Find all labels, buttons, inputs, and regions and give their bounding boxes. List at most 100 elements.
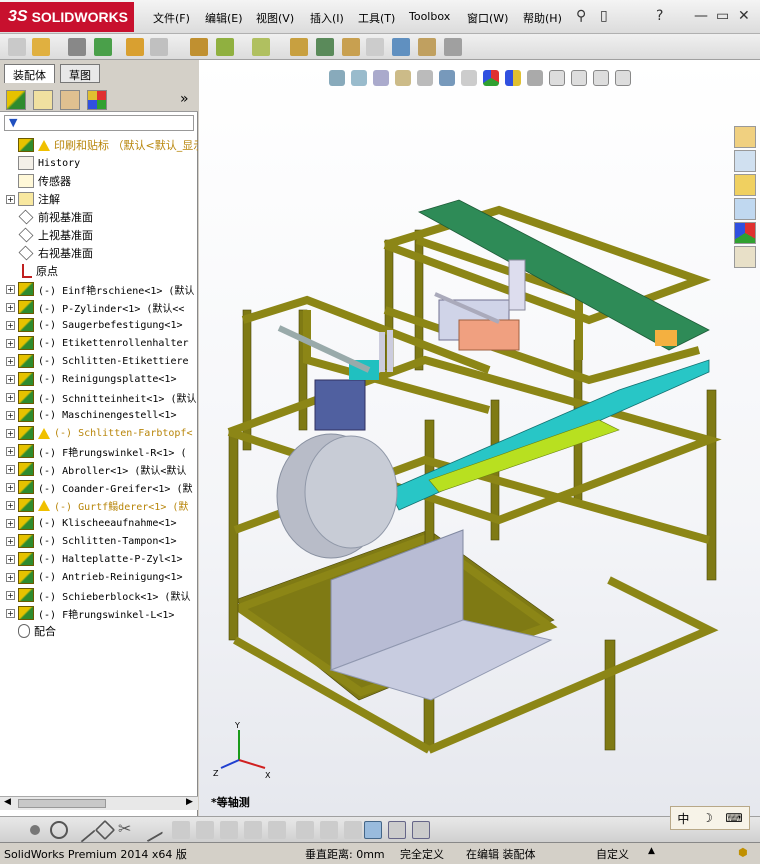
expand-icon[interactable]: + [6, 482, 15, 492]
tree-item[interactable]: + (-) Klischeeaufnahme<1> [0, 514, 176, 532]
filter-icon[interactable]: ▼ [9, 116, 17, 129]
mirror-icon[interactable] [172, 821, 190, 839]
clearance-verification-icon[interactable] [418, 38, 436, 56]
feature-manager-tab-icon[interactable] [6, 90, 26, 110]
ime-mode[interactable]: 中 [677, 810, 689, 827]
home-icon[interactable] [734, 126, 756, 148]
rebuild-icon[interactable]: ⬢ [738, 846, 748, 859]
instant3d-icon[interactable] [444, 38, 462, 56]
reference-geometry-icon[interactable] [252, 38, 270, 56]
show-hidden-icon[interactable] [190, 38, 208, 56]
mate-icon[interactable] [68, 38, 86, 56]
point-icon[interactable] [30, 825, 40, 835]
tree-item[interactable]: + (-) Schnitteinheit<1> (默认 [0, 388, 196, 406]
polygon-icon[interactable] [94, 819, 116, 841]
tree-item[interactable]: + (-) Etikettenrollenhalter [0, 334, 189, 352]
tree-item[interactable]: + (-) Halteplatte-P-Zyl<1> [0, 550, 183, 568]
tree-item[interactable]: + (-) Schlitten-Tampon<1> [0, 532, 176, 550]
3d-sketch-icon[interactable] [364, 821, 382, 839]
expand-icon[interactable]: + [6, 536, 15, 546]
scroll-thumb[interactable] [18, 799, 106, 808]
expand-icon[interactable]: + [6, 590, 15, 600]
assembly-model[interactable] [199, 60, 760, 816]
move-component-icon[interactable] [150, 38, 168, 56]
ime-moon-icon[interactable]: ☽ [702, 811, 713, 825]
expand-icon[interactable]: + [6, 338, 15, 348]
tab-assembly[interactable]: 装配体 [4, 64, 55, 83]
expand-icon[interactable]: + [6, 284, 15, 294]
tree-item[interactable]: + (-) Reinigungsplatte<1> [0, 370, 176, 388]
graphics-area[interactable]: Y X Z *等轴测 [199, 60, 760, 816]
view-layout-icon[interactable] [388, 821, 406, 839]
expand-icon[interactable]: + [6, 194, 15, 204]
close-icon[interactable]: ✕ [738, 8, 750, 24]
tree-item[interactable]: History [0, 154, 80, 172]
scroll-right-icon[interactable]: ▶ [186, 797, 193, 807]
bill-of-materials-icon[interactable] [316, 38, 334, 56]
tree-item[interactable]: + (-) Coander-Greifer<1> (默 [0, 478, 193, 496]
tree-item[interactable]: + 注解 [0, 190, 60, 208]
solidworks-logo[interactable]: 3S SOLIDWORKS [0, 2, 134, 32]
convert-entities-icon[interactable] [196, 821, 214, 839]
tree-item[interactable]: 右视基准面 [0, 244, 93, 262]
custom-properties-icon[interactable] [734, 246, 756, 268]
tree-item[interactable]: + (-) Einf艳rschiene<1> (默认 [0, 280, 194, 298]
help-icon[interactable]: ? [656, 8, 663, 24]
angle-icon[interactable] [344, 821, 362, 839]
circle-icon[interactable] [50, 821, 68, 839]
interference-detection-icon[interactable] [392, 38, 410, 56]
expand-icon[interactable]: + [6, 554, 15, 564]
fillet-icon[interactable] [244, 821, 262, 839]
menu-edit[interactable]: 编辑(E) [205, 10, 243, 26]
expand-panel-icon[interactable]: » [180, 91, 189, 107]
expand-icon[interactable]: + [6, 320, 15, 330]
menu-tools[interactable]: 工具(T) [358, 10, 395, 26]
offset-icon[interactable] [138, 817, 164, 843]
assembly-features-icon[interactable] [216, 38, 234, 56]
menu-toolbox[interactable]: Toolbox [409, 10, 450, 23]
expand-icon[interactable]: + [6, 518, 15, 528]
tree-item[interactable]: 上视基准面 [0, 226, 93, 244]
property-manager-tab-icon[interactable] [33, 90, 53, 110]
restore-icon[interactable]: ▭ [716, 8, 729, 24]
insert-component-icon[interactable] [32, 38, 50, 56]
view-palette-icon[interactable] [734, 198, 756, 220]
tree-item[interactable]: 配合 [0, 622, 56, 640]
grid-icon[interactable] [320, 821, 338, 839]
line-icon[interactable] [70, 817, 96, 843]
tree-item[interactable]: + (-) Schlitten-Farbtopf< [0, 424, 192, 442]
tree-item[interactable]: + (-) Gurtf鳎derer<1> (默 [0, 496, 188, 514]
menu-file[interactable]: 文件(F) [153, 10, 190, 26]
expand-icon[interactable]: + [6, 464, 15, 474]
expand-icon[interactable]: + [6, 302, 15, 312]
configuration-manager-tab-icon[interactable] [60, 90, 80, 110]
expand-icon[interactable]: + [6, 446, 15, 456]
expand-icon[interactable]: + [6, 572, 15, 582]
assembly-component-icon[interactable] [8, 38, 26, 56]
linear-pattern-icon[interactable] [94, 38, 112, 56]
tree-filter[interactable]: ▼ [4, 115, 194, 131]
expand-icon[interactable]: + [6, 374, 15, 384]
appearances-icon[interactable] [734, 222, 756, 244]
expand-icon[interactable]: + [6, 356, 15, 366]
tree-item[interactable]: + (-) Schlitten-Etikettiere [0, 352, 189, 370]
new-document-icon[interactable]: ▯ [600, 8, 608, 24]
ime-indicator[interactable]: 中 ☽ ⌨ [670, 806, 750, 830]
tree-item[interactable]: 传感器 [0, 172, 71, 190]
menu-help[interactable]: 帮助(H) [523, 10, 562, 26]
expand-icon[interactable]: + [6, 392, 15, 402]
tree-item[interactable]: + (-) P-Zylinder<1> (默认<< [0, 298, 184, 316]
table-icon[interactable] [412, 821, 430, 839]
tree-item[interactable]: + (-) Maschinengestell<1> [0, 406, 176, 424]
scroll-left-icon[interactable]: ◀ [4, 797, 11, 807]
tab-sketch[interactable]: 草图 [60, 64, 100, 83]
tree-item[interactable]: + (-) Abroller<1> (默认<默认 [0, 460, 186, 478]
tree-item[interactable]: 前视基准面 [0, 208, 93, 226]
trim-icon[interactable]: ✂ [118, 819, 136, 838]
pin-icon[interactable]: ⚲ [576, 8, 586, 24]
expand-icon[interactable]: + [6, 428, 15, 438]
menu-view[interactable]: 视图(V) [256, 10, 294, 26]
horizontal-scrollbar[interactable]: ◀ ▶ [0, 796, 198, 810]
tree-item[interactable]: + (-) Antrieb-Reinigung<1> [0, 568, 183, 586]
tree-item[interactable]: 原点 [0, 262, 58, 280]
